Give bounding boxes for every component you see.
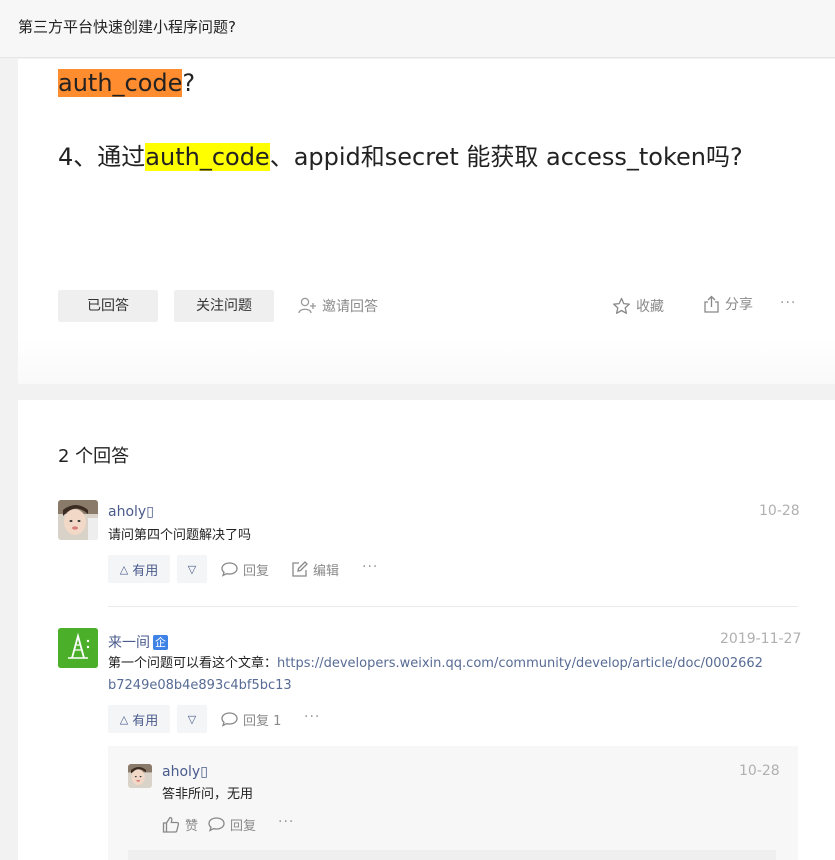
user-photo-icon (128, 764, 152, 788)
down-triangle-icon: ▽ (187, 562, 197, 576)
highlight-auth-code: auth_code (58, 69, 183, 97)
reply-content: 答非所问，无用 (162, 787, 254, 802)
user-photo-icon (58, 500, 98, 540)
more-options-icon[interactable]: ··· (780, 295, 796, 311)
thumbs-up-icon (162, 816, 180, 833)
useful-button[interactable]: △ 有用 (108, 555, 170, 583)
up-triangle-icon: △ (119, 562, 129, 576)
share-label: 分享 (725, 297, 753, 313)
answer-content: 请问第四个问题解决了吗 (108, 528, 252, 543)
follow-question-button[interactable]: 关注问题 (174, 290, 274, 322)
edit-icon (292, 560, 308, 577)
comment-icon (208, 817, 225, 832)
invite-answer-button[interactable]: 邀请回答 (298, 295, 378, 317)
username-text: 来一间 (108, 635, 150, 651)
answer-content: 第一个问题可以看这个文章：https://developers.weixin.q… (108, 653, 808, 697)
star-icon (613, 297, 630, 314)
answer-line-1: 第一个问题可以看这个文章：https://developers.weixin.q… (108, 653, 808, 675)
page-header: 第三方平台快速创建小程序问题? (0, 0, 835, 58)
answer-count: 2 个回答 (58, 446, 130, 467)
edit-label: 编辑 (313, 563, 340, 579)
question-line-4: 4、通过auth_code、appid和secret 能获取 access_to… (58, 137, 743, 172)
collect-label: 收藏 (636, 299, 664, 315)
answer-text: 第一个问题可以看这个文章： (108, 656, 278, 671)
avatar[interactable] (58, 500, 98, 540)
not-useful-button[interactable]: ▽ (177, 705, 207, 733)
invite-label: 邀请回答 (322, 299, 378, 315)
answer-username[interactable]: aholy▯ (108, 504, 154, 520)
useful-button[interactable]: △ 有用 (108, 705, 170, 733)
reply-thread: aholy▯ 10-28 答非所问，无用 赞 回复 ··· (108, 746, 798, 860)
article-link-continued[interactable]: b7249e08b4e893c4bf5bc13 (108, 675, 808, 697)
reply-date: 10-28 (739, 763, 780, 779)
useful-label: 有用 (132, 563, 159, 579)
question-text: ? (182, 69, 196, 97)
up-triangle-icon: △ (119, 712, 129, 726)
highlight-auth-code: auth_code (145, 143, 270, 171)
avatar[interactable] (128, 764, 152, 788)
comment-icon (221, 712, 238, 727)
question-text: 、appid和secret 能获取 access_token吗? (269, 143, 743, 171)
green-logo-icon (58, 628, 98, 668)
question-text: 4、通过 (58, 143, 146, 171)
more-options-icon[interactable]: ··· (304, 709, 320, 725)
useful-label: 有用 (132, 713, 159, 729)
share-button[interactable]: 分享 (703, 293, 753, 315)
article-link[interactable]: https://developers.weixin.qq.com/communi… (277, 656, 763, 671)
question-card: auth_code? 4、通过auth_code、appid和secret 能获… (18, 59, 835, 384)
reply-label: 回复 1 (243, 713, 282, 729)
answer-divider (108, 606, 798, 607)
reply-button[interactable]: 回复 (208, 814, 256, 834)
reply-username[interactable]: aholy▯ (162, 764, 208, 780)
reply-label: 回复 (243, 563, 270, 579)
answer-date: 10-28 (759, 503, 800, 519)
edit-button[interactable]: 编辑 (291, 559, 339, 579)
more-options-icon[interactable]: ··· (362, 559, 378, 575)
not-useful-button[interactable]: ▽ (177, 555, 207, 583)
reply-button[interactable]: 回复 1 (221, 709, 281, 729)
down-triangle-icon: ▽ (187, 712, 197, 726)
answer-username[interactable]: 来一间企 (108, 632, 168, 652)
answered-button[interactable]: 已回答 (58, 290, 158, 322)
question-line-3: auth_code? (58, 69, 195, 97)
more-options-icon[interactable]: ··· (278, 814, 294, 830)
reply-label: 回复 (230, 818, 257, 834)
comment-icon (221, 562, 238, 577)
like-label: 赞 (185, 818, 199, 834)
answer-date: 2019-11-27 (720, 631, 802, 647)
reply-input-area[interactable] (128, 850, 776, 860)
collect-button[interactable]: 收藏 (612, 295, 664, 317)
share-icon (704, 295, 719, 313)
answers-card: 2 个回答 aholy▯ 10-28 请问第四个问题解决了吗 △ 有用 ▽ 回复 (18, 400, 835, 860)
invite-user-icon (298, 297, 316, 314)
enterprise-badge: 企 (153, 635, 168, 650)
page-title: 第三方平台快速创建小程序问题? (18, 18, 236, 36)
card-footer-fade (18, 339, 835, 384)
like-button[interactable]: 赞 (162, 814, 198, 834)
reply-button[interactable]: 回复 (221, 559, 269, 579)
avatar[interactable] (58, 628, 98, 668)
